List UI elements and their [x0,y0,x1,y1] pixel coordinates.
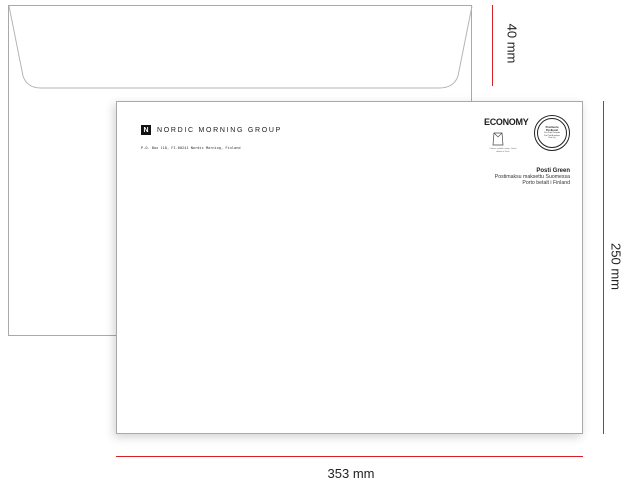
stamp-line: Posti Oy [548,137,556,140]
economy-note: Choose suitable stamp. Check details at … [489,148,517,153]
width-dimension-label: 353 mm [327,466,375,481]
height-dimension-label: 250 mm [608,243,624,290]
brand-logo: N [141,125,151,135]
postage-info: Posti Green Postimaksu maksettu Suomessa… [495,168,570,186]
width-dimension-line [116,456,583,457]
flap-dimension-line [492,5,493,86]
envelope-flap [9,6,473,89]
postage-stamp-inner: Postituotu Postburet Port Payé Finlande … [537,118,567,148]
postage-stamp: Postituotu Postburet Port Payé Finlande … [534,115,570,151]
envelope-icon [492,132,504,146]
postage-line: Porto betalt i Finland [522,180,570,186]
economy-label: ECONOMY [484,117,529,127]
return-address: P.O. Box 118, FI-00241 Nordic Morning, F… [141,146,241,150]
brand-name: NORDIC MORNING GROUP [157,127,282,134]
height-dimension-line [603,101,604,434]
envelope-front: N NORDIC MORNING GROUP P.O. Box 118, FI-… [116,101,583,434]
flap-dimension-label: 40 mm [504,23,520,64]
